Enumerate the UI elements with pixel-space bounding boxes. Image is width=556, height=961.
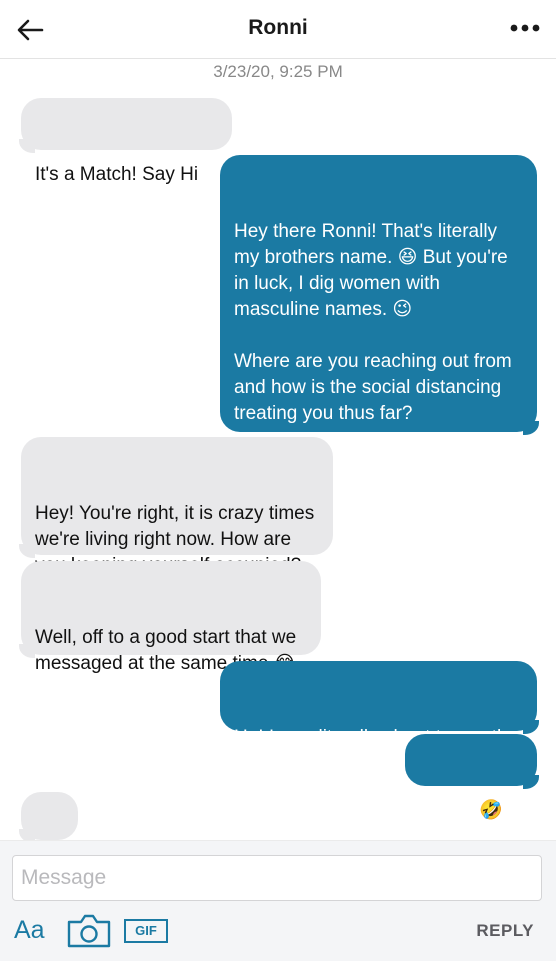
message-text: Quit it! 🤣 (419, 800, 503, 821)
message-input[interactable] (12, 855, 542, 901)
camera-icon (67, 914, 111, 948)
bubble-tail (523, 720, 539, 734)
more-options-button[interactable] (508, 18, 542, 38)
message-bubble-outgoing[interactable]: Quit it! 🤣 (405, 734, 539, 821)
message-bubble-incoming[interactable]: 😂 (19, 792, 78, 879)
camera-button[interactable] (66, 913, 112, 949)
more-dots-icon (510, 24, 540, 32)
message-composer: Aa GIF REPLY (0, 840, 556, 961)
message-text: It's a Match! Say Hi (35, 164, 199, 185)
chat-header: Ronni (0, 0, 556, 59)
message-bubble-outgoing[interactable]: Ha! I was literally about to say the sam… (220, 661, 539, 774)
message-text: Hey there Ronni! That's literally my bro… (234, 221, 512, 424)
text-format-button[interactable]: Aa (14, 916, 45, 945)
bubble-tail (19, 644, 35, 658)
message-bubble-incoming[interactable]: Hey! You're right, it is crazy times we'… (19, 437, 333, 576)
bubble-tail (19, 139, 35, 153)
bubble-tail (523, 775, 539, 789)
message-bubble-outgoing[interactable]: Hey there Ronni! That's literally my bro… (220, 155, 539, 435)
page-title: Ronni (248, 16, 308, 39)
gif-button[interactable]: GIF (124, 919, 168, 943)
message-bubble-incoming[interactable]: Well, off to a good start that we messag… (19, 561, 321, 674)
message-bubble-incoming[interactable]: It's a Match! Say Hi (19, 98, 232, 185)
conversation-timestamp: 3/23/20, 9:25 PM (213, 62, 343, 81)
bubble-tail (523, 421, 539, 435)
reply-button[interactable]: REPLY (476, 921, 534, 941)
bubble-tail (19, 544, 35, 558)
